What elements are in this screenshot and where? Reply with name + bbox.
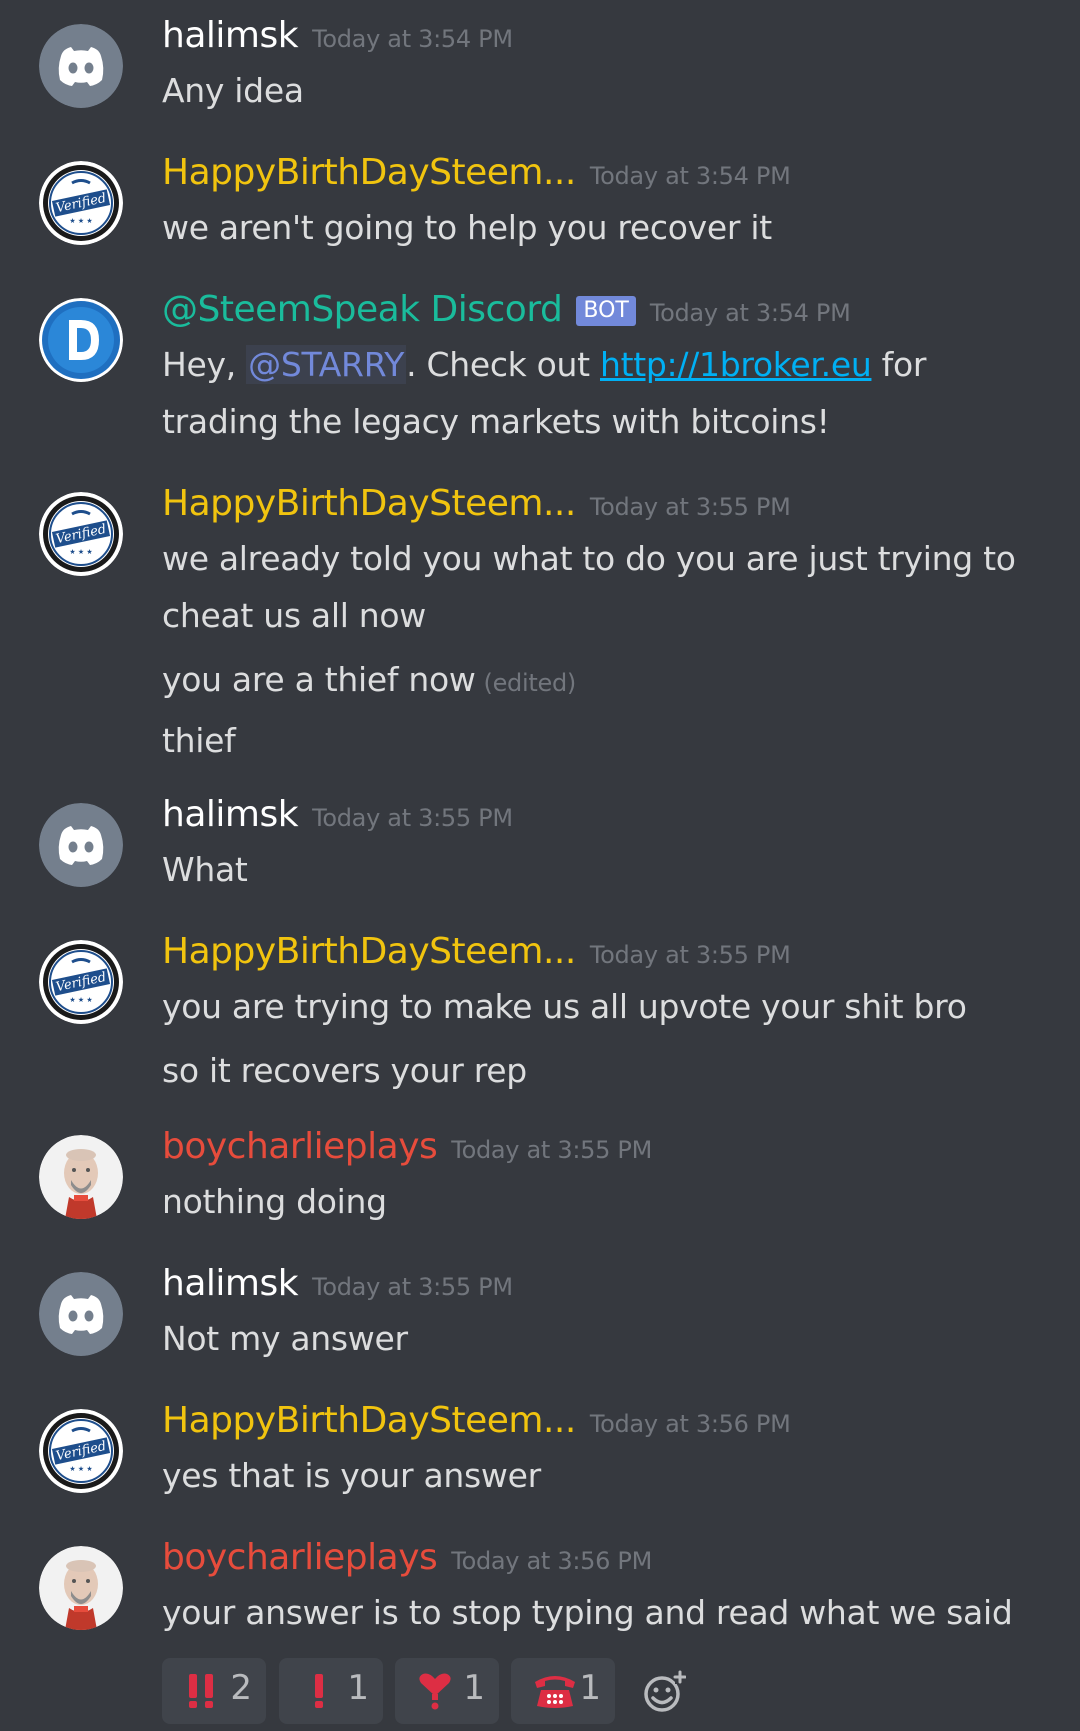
timestamp: Today at 3:55 PM	[312, 1273, 513, 1301]
timestamp: Today at 3:55 PM	[589, 493, 791, 521]
username[interactable]: halimsk	[162, 794, 299, 835]
message-text: Not my answer	[162, 1319, 408, 1358]
telephone-icon	[535, 1676, 575, 1708]
verified-badge-icon[interactable]: Verified ★ ★ ★	[39, 940, 123, 1024]
reaction-count: 2	[230, 1668, 252, 1708]
message-text: you are a thief now (edited)	[162, 651, 1042, 712]
message-text: so it recovers your rep	[162, 1051, 527, 1090]
edited-label: (edited)	[483, 669, 577, 697]
reaction-heart-exclamation[interactable]: 1	[395, 1658, 499, 1724]
username[interactable]: halimsk	[162, 1263, 299, 1304]
username[interactable]: HappyBirthDaySteem...	[162, 931, 576, 972]
heart-exclamation-icon	[419, 1673, 451, 1710]
message-link[interactable]: http://1broker.eu	[600, 345, 872, 384]
reaction-telephone[interactable]: 1	[511, 1658, 615, 1724]
discord-default-icon[interactable]	[39, 803, 123, 887]
timestamp: Today at 3:56 PM	[451, 1547, 652, 1575]
message-text: What	[162, 850, 248, 889]
discord-default-icon[interactable]	[39, 1272, 123, 1356]
message-text: thief	[162, 721, 236, 760]
text-segment: . Check out	[406, 345, 600, 384]
svg-text:★ ★ ★: ★ ★ ★	[69, 548, 92, 556]
message-text: we aren't going to help you recover it	[162, 208, 772, 247]
chat-messages: halimsk Today at 3:54 PM Any idea Verifie…	[0, 0, 1080, 1731]
message-text: nothing doing	[162, 1182, 387, 1221]
message-text: Hey, @STARRY. Check out http://1broker.e…	[162, 336, 1042, 450]
timestamp: Today at 3:54 PM	[649, 299, 851, 327]
username[interactable]: HappyBirthDaySteem...	[162, 483, 576, 524]
svg-text:★ ★ ★: ★ ★ ★	[69, 1465, 92, 1473]
bot-tag: BOT	[576, 296, 636, 326]
message-text: we already told you what to do you are j…	[162, 539, 1016, 635]
text-segment: you are a thief now	[162, 660, 476, 699]
double-exclamation-icon	[189, 1674, 213, 1708]
text-segment: Hey,	[162, 345, 247, 384]
user-photo-avatar[interactable]	[39, 1135, 123, 1219]
verified-badge-icon[interactable]: Verified ★ ★ ★	[39, 492, 123, 576]
timestamp: Today at 3:54 PM	[312, 25, 513, 53]
reaction-double-exclamation[interactable]: 2	[162, 1658, 266, 1724]
verified-badge-icon[interactable]: Verified ★ ★ ★	[39, 161, 123, 245]
timestamp: Today at 3:56 PM	[589, 1410, 791, 1438]
username[interactable]: @SteemSpeak Discord	[162, 289, 563, 330]
username[interactable]: HappyBirthDaySteem...	[162, 152, 576, 193]
username[interactable]: boycharlieplays	[162, 1537, 438, 1578]
message-text: yes that is your answer	[162, 1456, 541, 1495]
message-text: Any idea	[162, 71, 304, 110]
message-text: you are trying to make us all upvote you…	[162, 987, 967, 1026]
timestamp: Today at 3:55 PM	[312, 804, 513, 832]
username[interactable]: boycharlieplays	[162, 1126, 438, 1167]
timestamp: Today at 3:54 PM	[589, 162, 791, 190]
reaction-count: 1	[579, 1668, 601, 1708]
exclamation-icon	[315, 1674, 323, 1708]
svg-text:★ ★ ★: ★ ★ ★	[69, 996, 92, 1004]
discord-default-icon[interactable]	[39, 24, 123, 108]
username[interactable]: HappyBirthDaySteem...	[162, 1400, 576, 1441]
username[interactable]: halimsk	[162, 15, 299, 56]
reaction-exclamation[interactable]: 1	[279, 1658, 383, 1724]
user-photo-avatar[interactable]	[39, 1546, 123, 1630]
steemspeak-d-icon[interactable]	[39, 298, 123, 382]
timestamp: Today at 3:55 PM	[451, 1136, 652, 1164]
add-reaction-icon[interactable]	[642, 1670, 686, 1714]
reaction-count: 1	[463, 1668, 485, 1708]
verified-badge-icon[interactable]: Verified ★ ★ ★	[39, 1409, 123, 1493]
timestamp: Today at 3:55 PM	[589, 941, 791, 969]
message-text: your answer is to stop typing and read w…	[162, 1593, 1013, 1632]
svg-text:★ ★ ★: ★ ★ ★	[69, 217, 92, 225]
reaction-count: 1	[347, 1668, 369, 1708]
user-mention[interactable]: @STARRY	[246, 345, 407, 384]
